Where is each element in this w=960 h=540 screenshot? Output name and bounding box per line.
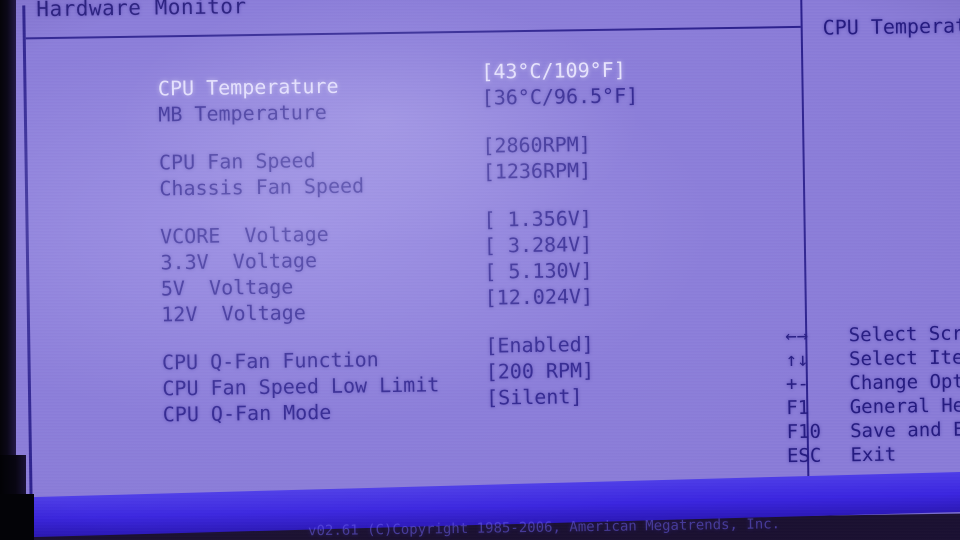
legend-row-change-option: +- Change Option (786, 369, 960, 396)
monitor-screen-surface: Hardware Monitor CPU Temperature MB Temp… (0, 0, 960, 539)
monitor-item-value-list: [43°C/109°F] [36°C/96.5°F] [2860RPM] [12… (481, 56, 643, 410)
item-label: 12V Voltage (161, 300, 306, 327)
left-right-arrow-icon: ←→ (785, 324, 809, 348)
item-label: 5V Voltage (160, 274, 294, 301)
item-value-mb-temperature: [36°C/96.5°F] (481, 83, 639, 110)
legend-action: Save and Exit (849, 418, 960, 443)
legend-action: Select Item (848, 346, 960, 371)
legend-action: Change Option (849, 370, 960, 395)
item-value-3v3-voltage: [ 3.284V] (483, 232, 593, 258)
item-value-vcore-voltage: [ 1.356V] (483, 206, 593, 232)
help-panel-title: CPU Temperature (822, 12, 960, 40)
legend-action: General Help (849, 394, 960, 419)
item-label: CPU Fan Speed (158, 148, 316, 175)
legend-row-save-and-exit: F10 Save and Exit (786, 417, 960, 444)
item-value-5v-voltage: [ 5.130V] (484, 258, 593, 284)
bios-setup-page: Hardware Monitor CPU Temperature MB Temp… (0, 0, 960, 539)
legend-action: Exit (850, 443, 897, 467)
monitor-bezel-bottom-left (0, 494, 34, 540)
key-legend: ←→ Select Screen ↑↓ Select Item +- Chang… (785, 321, 960, 468)
item-value-cpu-qfan-mode[interactable]: [Silent] (486, 382, 643, 410)
item-label: CPU Fan Speed Low Limit (162, 372, 440, 401)
esc-key-icon: ESC (786, 444, 822, 468)
item-value-cpu-fan-speed: [2860RPM] (482, 132, 591, 158)
item-label: CPU Q-Fan Mode (162, 399, 332, 427)
legend-row-select-screen: ←→ Select Screen (785, 321, 960, 348)
legend-action: Select Screen (848, 322, 960, 347)
item-label: VCORE Voltage (159, 221, 329, 249)
item-value-cpu-temperature: [43°C/109°F] (481, 57, 626, 84)
item-value-chassis-fan-speed: [1236RPM] (482, 158, 592, 184)
item-label: CPU Temperature (157, 73, 339, 101)
plus-minus-icon: +- (785, 372, 810, 396)
monitor-item-label-list: CPU Temperature MB Temperature CPU Fan S… (37, 45, 440, 427)
item-value-12v-voltage: [12.024V] (484, 284, 594, 310)
legend-row-select-item: ↑↓ Select Item (785, 345, 960, 372)
item-label: 3.3V Voltage (160, 248, 318, 275)
item-label: CPU Q-Fan Function (161, 347, 379, 375)
legend-row-general-help: F1 General Help (786, 393, 960, 420)
f1-key-icon: F1 (786, 396, 810, 420)
f10-key-icon: F10 (786, 420, 822, 444)
title-divider (25, 25, 801, 40)
up-down-arrow-icon: ↑↓ (785, 348, 809, 372)
page-title: Hardware Monitor (36, 0, 247, 22)
frame-left-border (22, 5, 33, 514)
bios-screen-photo: Hardware Monitor CPU Temperature MB Temp… (0, 0, 960, 540)
item-value-cpu-fan-speed-low-limit[interactable]: [200 RPM] (486, 356, 643, 384)
item-value-cpu-qfan-function[interactable]: [Enabled] (485, 330, 642, 358)
legend-row-exit: ESC Exit (787, 441, 960, 468)
item-label: MB Temperature (158, 99, 328, 127)
item-label: Chassis Fan Speed (159, 173, 365, 201)
